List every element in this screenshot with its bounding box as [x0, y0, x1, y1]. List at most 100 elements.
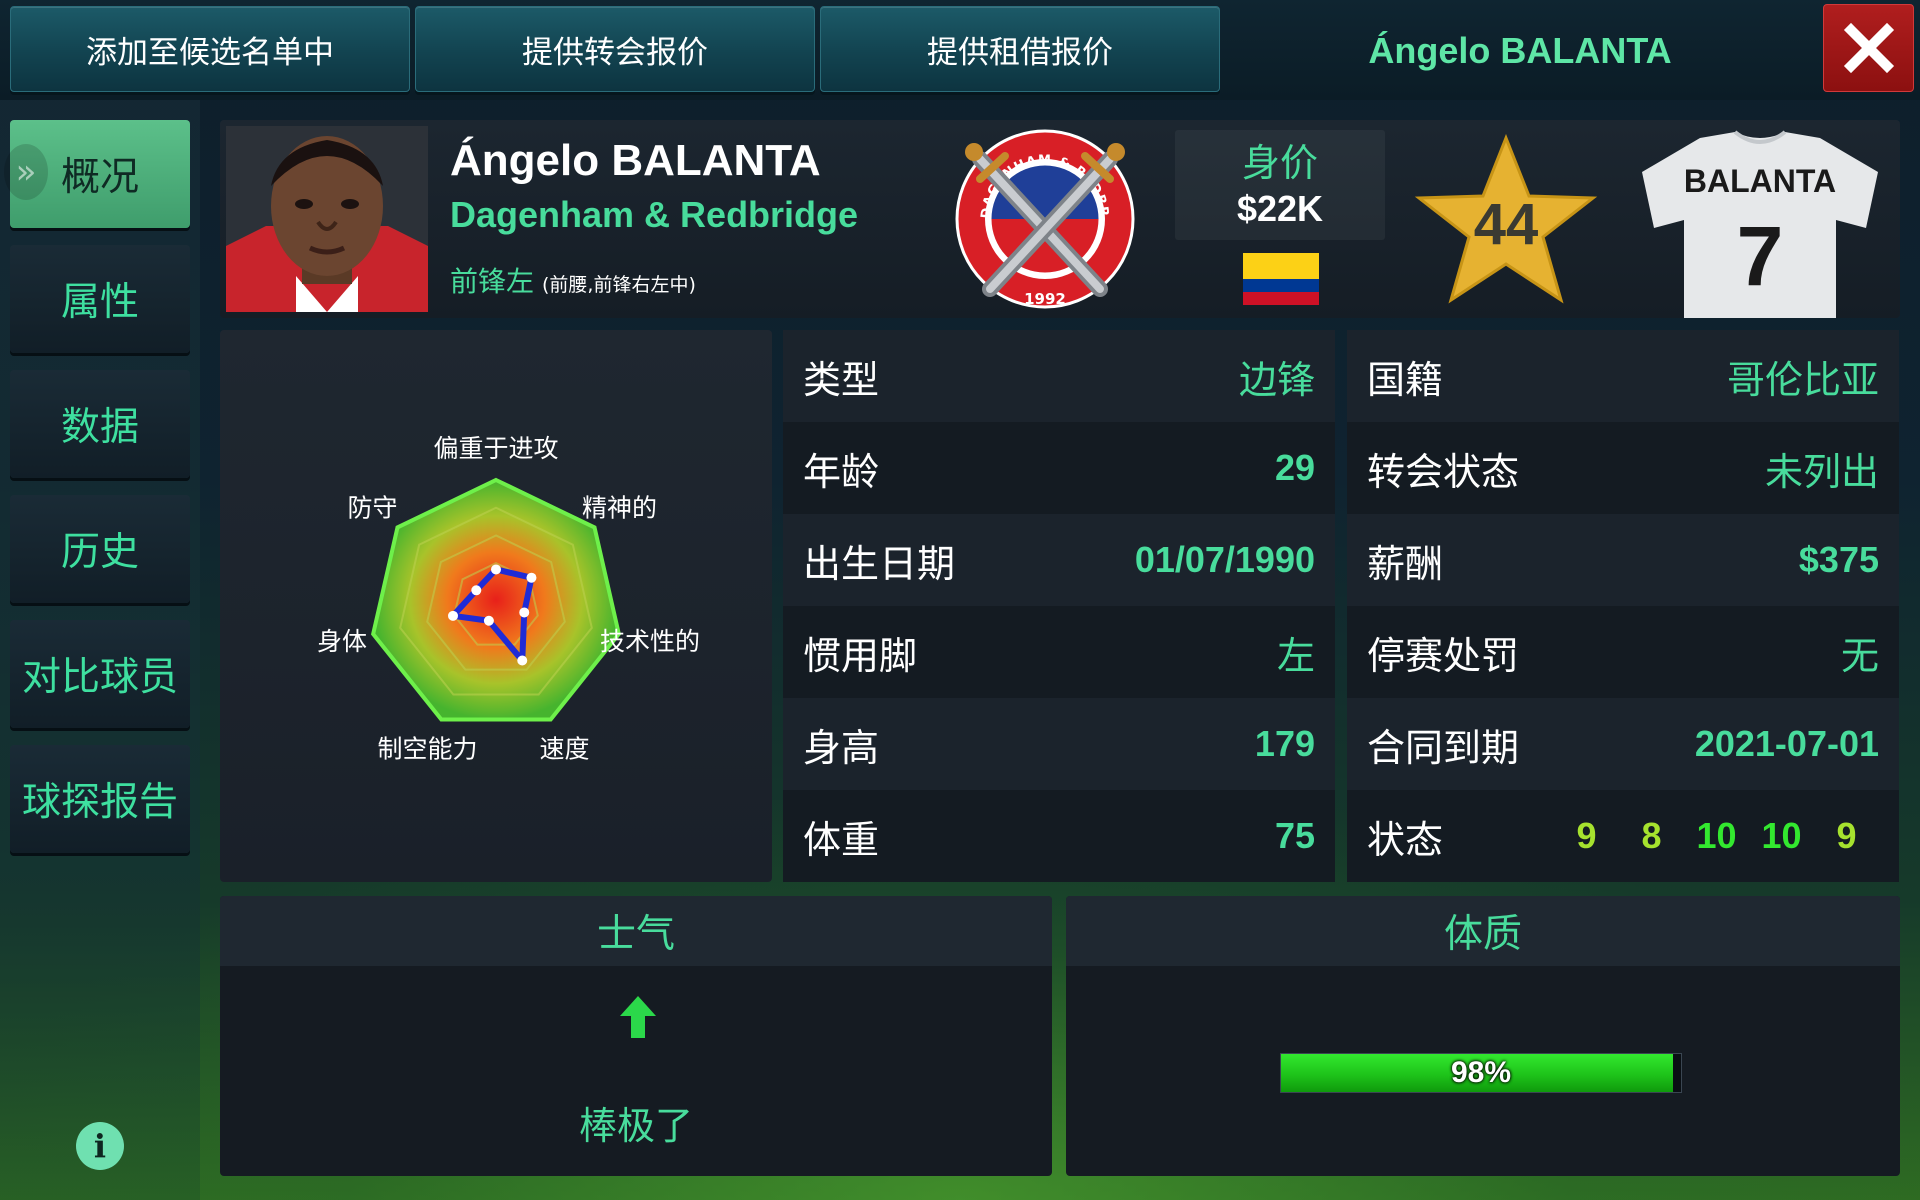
stat-value: 2021-07-01 — [1694, 723, 1879, 764]
morale-status: 棒极了 — [578, 1104, 693, 1148]
position-line: 前锋左 (前腰,前锋右左中) — [450, 260, 696, 300]
stats-right-panel: 国籍 哥伦比亚 转会状态 未列出 薪酬 $375 停赛处罚 无 合同到期 202… — [1347, 330, 1899, 882]
sidebar-item-overview[interactable]: » 概况 — [4, 120, 190, 228]
sidebar-item-data[interactable]: 数据 — [10, 370, 190, 478]
radar-point — [448, 610, 459, 621]
market-value-box: 身价 $22K — [1175, 130, 1385, 240]
sidebar-item-label: 对比球员 — [21, 655, 178, 700]
stat-row-height: 身高 179 — [783, 698, 1335, 790]
sidebar-item-compare[interactable]: 对比球员 — [10, 620, 190, 728]
stat-value: $375 — [1798, 539, 1879, 580]
stat-value: 左 — [1276, 633, 1315, 678]
primary-position: 前锋左 — [450, 265, 535, 298]
sidebar-item-scout-report[interactable]: 球探报告 — [10, 745, 190, 853]
form-value: 8 — [1641, 815, 1662, 856]
stat-row-contract-expiry: 合同到期 2021-07-01 — [1347, 698, 1899, 790]
stat-row-form: 状态 9 8 10 10 9 — [1347, 790, 1899, 882]
info-button[interactable]: i — [76, 1122, 124, 1170]
crest-year: 1992 — [1024, 290, 1066, 308]
sidebar-item-label: 概况 — [60, 155, 139, 200]
fitness-panel: 体质 — [1066, 896, 1900, 1176]
form-value: 9 — [1576, 815, 1597, 856]
market-value: $22K — [1236, 188, 1324, 229]
radar-label: 制空能力 — [377, 734, 477, 763]
stat-label: 类型 — [803, 357, 880, 402]
stat-label: 合同到期 — [1367, 725, 1520, 770]
radar-label: 偏重于进攻 — [433, 434, 558, 463]
sidebar-item-label: 属性 — [60, 280, 139, 325]
radar-point — [519, 607, 530, 618]
sidebar-item-label: 历史 — [60, 530, 139, 575]
stat-value: 179 — [1254, 723, 1315, 764]
stat-value: 边锋 — [1238, 357, 1315, 402]
close-icon — [1843, 22, 1894, 74]
stat-value: 哥伦比亚 — [1726, 357, 1879, 402]
player-header: Ángelo BALANTA Dagenham & Redbridge 前锋左 (… — [220, 120, 1900, 318]
form-value: 9 — [1836, 815, 1857, 856]
stat-value: 01/07/1990 — [1134, 539, 1315, 580]
stat-label: 年龄 — [803, 449, 880, 494]
stat-label: 停赛处罚 — [1367, 633, 1520, 678]
transfer-offer-button[interactable]: 提供转会报价 — [415, 6, 815, 92]
stat-label: 出生日期 — [803, 541, 956, 586]
form-values: 9 8 10 10 9 — [1554, 815, 1879, 857]
stat-row-age: 年龄 29 — [783, 422, 1335, 514]
radar-label: 速度 — [540, 734, 590, 763]
club-name[interactable]: Dagenham & Redbridge — [450, 194, 858, 236]
rating-star: 44 — [1414, 134, 1598, 304]
radar-label: 技术性的 — [600, 627, 700, 656]
shirt-name: BALANTA — [1684, 163, 1836, 199]
sidebar-item-label: 球探报告 — [21, 780, 178, 825]
form-value: 10 — [1761, 815, 1802, 856]
sidebar-item-label: 数据 — [60, 405, 139, 450]
stat-label: 身高 — [803, 725, 880, 770]
stat-row-type: 类型 边锋 — [783, 330, 1335, 422]
radar-label: 精神的 — [582, 493, 657, 522]
stat-value: 29 — [1274, 447, 1315, 488]
stat-label: 惯用脚 — [803, 633, 918, 678]
stat-label: 转会状态 — [1367, 449, 1520, 494]
stat-label: 体重 — [803, 817, 880, 862]
window-title: Ángelo BALANTA — [1368, 30, 1672, 71]
radar-panel: 偏重于进攻 精神的 技术性的 速度 制空能力 身体 防守 — [220, 330, 772, 882]
club-crest: DAGENHAM & REDBRIDGE FC 1992 — [950, 124, 1135, 309]
stat-row-suspension: 停赛处罚 无 — [1347, 606, 1899, 698]
radar-point — [526, 572, 537, 583]
arrow-up-icon — [620, 996, 656, 1038]
nationality-flag-icon — [1243, 253, 1319, 305]
alt-positions: (前腰,前锋右左中) — [542, 274, 696, 296]
sidebar-item-history[interactable]: 历史 — [10, 495, 190, 603]
radar-point — [517, 655, 528, 666]
stat-row-weight: 体重 75 — [783, 790, 1335, 882]
radar-label: 身体 — [317, 627, 367, 656]
stat-label: 薪酬 — [1367, 541, 1444, 586]
stat-row-birthdate: 出生日期 01/07/1990 — [783, 514, 1335, 606]
stats-left-panel: 类型 边锋 年龄 29 出生日期 01/07/1990 惯用脚 左 身高 179… — [783, 330, 1335, 882]
radar-point — [483, 615, 494, 626]
player-rating: 44 — [1474, 192, 1539, 257]
stat-value: 无 — [1840, 633, 1879, 678]
player-name: Ángelo BALANTA — [450, 136, 821, 185]
add-to-shortlist-button[interactable]: 添加至候选名单中 — [10, 6, 410, 92]
close-button[interactable] — [1823, 4, 1914, 92]
stat-label: 国籍 — [1367, 357, 1444, 402]
stat-value: 75 — [1274, 815, 1315, 856]
chevron-right-icon: » — [4, 144, 48, 200]
stat-label: 状态 — [1367, 817, 1444, 862]
value-label: 身价 — [1241, 141, 1318, 185]
fitness-percent: 98% — [1450, 1056, 1512, 1089]
radar-point — [471, 585, 482, 596]
player-photo — [226, 126, 428, 312]
fitness-title: 体质 — [1066, 896, 1900, 966]
shirt-number: 7 — [1737, 209, 1784, 303]
stat-value: 未列出 — [1764, 449, 1879, 494]
form-value: 10 — [1696, 815, 1737, 856]
info-icon: i — [93, 1127, 107, 1165]
stat-row-transfer-status: 转会状态 未列出 — [1347, 422, 1899, 514]
top-bar: 添加至候选名单中 提供转会报价 提供租借报价 Ángelo BALANTA — [0, 0, 1920, 100]
sidebar-item-attributes[interactable]: 属性 — [10, 245, 190, 353]
loan-offer-button[interactable]: 提供租借报价 — [820, 6, 1220, 92]
shirt-icon: BALANTA 7 — [1642, 130, 1878, 318]
stat-row-nationality: 国籍 哥伦比亚 — [1347, 330, 1899, 422]
radar-chart: 偏重于进攻精神的技术性的速度 制空能力 身体 防守 — [317, 434, 700, 763]
